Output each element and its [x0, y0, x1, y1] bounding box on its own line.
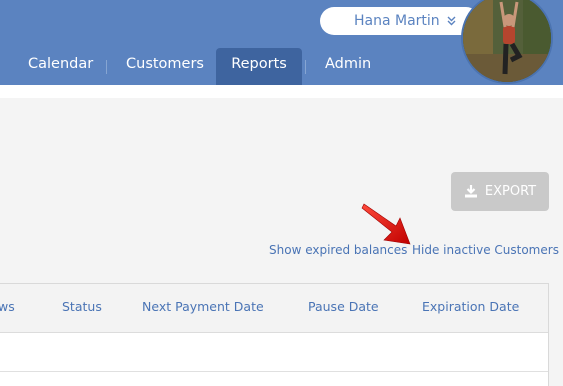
user-name: Hana Martin — [354, 13, 440, 29]
column-header-status[interactable]: Status — [62, 299, 102, 314]
chevron-down-icon — [447, 16, 456, 26]
column-header[interactable]: ws — [0, 299, 15, 314]
main-nav: Calendar Customers Reports Admin — [0, 48, 563, 85]
table-row-divider — [0, 371, 548, 372]
hide-inactive-customers-link[interactable]: Hide inactive Customers — [412, 243, 559, 257]
column-header-expiration-date[interactable]: Expiration Date — [422, 299, 519, 314]
column-header-next-payment-date[interactable]: Next Payment Date — [142, 299, 264, 314]
top-header-bar: Hana Martin Calendar Customers Reports A… — [0, 0, 563, 85]
customers-table: ws Status Next Payment Date Pause Date E… — [0, 283, 549, 386]
export-button[interactable]: EXPORT — [451, 172, 549, 211]
show-expired-balances-link[interactable]: Show expired balances — [269, 243, 407, 257]
nav-separator — [106, 60, 107, 74]
nav-item-calendar[interactable]: Calendar — [28, 48, 93, 85]
column-header-pause-date[interactable]: Pause Date — [308, 299, 379, 314]
subheader-band — [0, 85, 563, 98]
nav-item-customers[interactable]: Customers — [126, 48, 204, 85]
nav-item-admin[interactable]: Admin — [325, 48, 371, 85]
table-header: ws Status Next Payment Date Pause Date E… — [0, 284, 548, 333]
export-label: EXPORT — [484, 184, 537, 199]
user-menu-button[interactable]: Hana Martin — [320, 7, 480, 35]
nav-item-reports[interactable]: Reports — [216, 48, 302, 85]
nav-separator — [305, 60, 306, 74]
download-icon — [464, 185, 477, 198]
